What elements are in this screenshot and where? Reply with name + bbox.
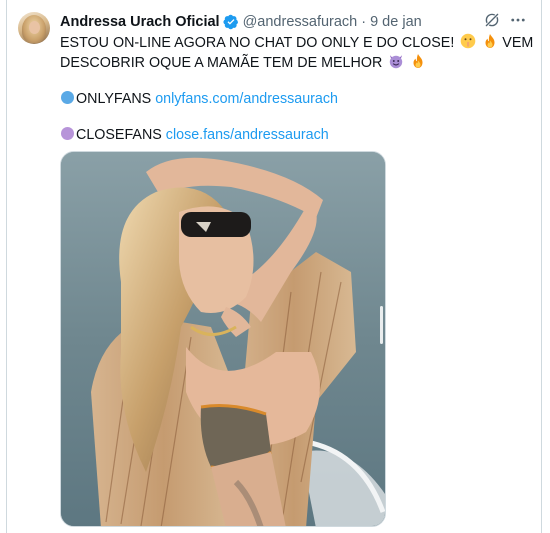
tweet-line-1: ESTOU ON-LINE AGORA NO CHAT DO ONLY E DO…	[60, 33, 533, 53]
author-handle[interactable]: @andressafurach	[243, 14, 358, 30]
fire-emoji-icon	[485, 34, 495, 48]
tweet-line-2-text: VEM	[502, 35, 534, 51]
media-scroll-handle[interactable]	[380, 306, 383, 344]
tweet-date[interactable]: 9 de jan	[370, 14, 422, 30]
tweet-line-1-text: ESTOU ON-LINE AGORA NO CHAT DO ONLY E DO…	[60, 35, 455, 51]
purple-circle-icon	[61, 127, 74, 140]
closefans-link[interactable]: close.fans/andressaurach	[166, 127, 329, 143]
tweet-line-3: DESCOBRIR OQUE A MAMÃE TEM DE MELHOR	[60, 53, 480, 73]
separator-dot: ·	[361, 14, 367, 30]
fire-emoji-icon	[413, 54, 423, 68]
verified-badge-icon	[223, 14, 238, 30]
onlyfans-label: ONLYFANS	[76, 91, 152, 107]
tweet-header: Andressa Urach Oficial @andressafurach ·…	[60, 12, 422, 32]
avatar-face	[29, 21, 40, 34]
closefans-label: CLOSEFANS	[76, 127, 162, 143]
tweet-line-3-text: DESCOBRIR OQUE A MAMÃE TEM DE MELHOR	[60, 55, 383, 71]
photo-illustration	[61, 152, 385, 526]
tweet-media-image[interactable]	[60, 151, 386, 527]
onlyfans-line: ONLYFANS onlyfans.com/andressaurach	[60, 90, 480, 109]
onlyfans-link[interactable]: onlyfans.com/andressaurach	[155, 91, 338, 107]
grok-icon[interactable]	[483, 11, 501, 29]
tweet-text: ESTOU ON-LINE AGORA NO CHAT DO ONLY E DO…	[60, 33, 533, 145]
smiling-devil-emoji-icon	[390, 55, 403, 69]
author-avatar[interactable]	[18, 12, 50, 44]
author-name[interactable]: Andressa Urach Oficial	[60, 14, 220, 30]
shushing-face-emoji-icon	[461, 33, 476, 49]
more-icon[interactable]	[509, 11, 527, 29]
closefans-line: CLOSEFANS close.fans/andressaurach	[60, 126, 480, 145]
blue-circle-icon	[61, 91, 74, 104]
